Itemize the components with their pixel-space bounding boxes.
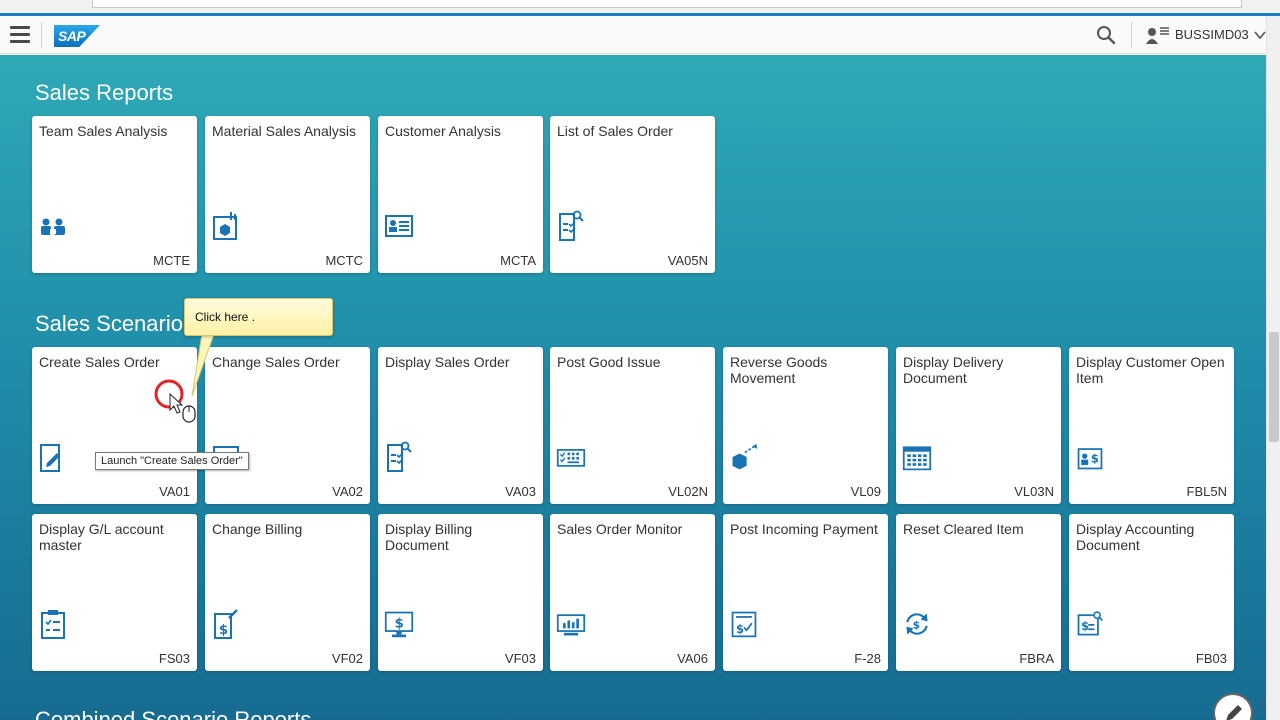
tile-code: VF03 xyxy=(504,651,536,666)
material-analysis-icon xyxy=(213,212,237,240)
keyboard-list-icon xyxy=(556,449,586,467)
tile-title: Customer Analysis xyxy=(385,123,501,139)
svg-text:$: $ xyxy=(395,617,404,632)
tile-display-sales-order[interactable]: Display Sales Order VA03 xyxy=(378,347,543,504)
mouse-cursor-icon xyxy=(169,392,196,423)
tile-code: VL09 xyxy=(850,484,881,499)
tile-post-incoming-payment[interactable]: Post Incoming Payment $ F-28 xyxy=(723,514,888,671)
billing-monitor-icon: $ xyxy=(384,611,414,638)
tile-title: Display Customer Open Item xyxy=(1076,354,1225,386)
tile-code: VL02N xyxy=(668,484,708,499)
tile-material-sales-analysis[interactable]: Material Sales Analysis MCTC xyxy=(205,116,370,273)
svg-text:$: $ xyxy=(219,623,228,638)
svg-text:$: $ xyxy=(736,622,744,636)
tile-title: Sales Order Monitor xyxy=(557,521,683,537)
tile-code: VA01 xyxy=(159,484,190,499)
header-divider xyxy=(1131,22,1132,48)
tile-code: VL03N xyxy=(1014,484,1054,499)
tile-title: Display Delivery Document xyxy=(903,354,1004,386)
tile-code: VA06 xyxy=(677,651,708,666)
tile-reset-cleared-item[interactable]: Reset Cleared Item $ FBRA xyxy=(896,514,1061,671)
callout-pointer xyxy=(191,333,215,397)
payment-document-icon: $ xyxy=(731,611,757,638)
tile-title: Post Good Issue xyxy=(557,354,661,370)
money-search-icon: $ xyxy=(1077,611,1103,636)
tile-title: Display Billing Document xyxy=(385,521,473,553)
team-analysis-icon xyxy=(41,218,65,235)
chart-monitor-icon xyxy=(556,614,586,636)
calendar-grid-icon xyxy=(902,446,932,471)
header-divider xyxy=(41,22,42,48)
tile-code: MCTA xyxy=(500,253,536,268)
edit-document-icon xyxy=(40,444,60,472)
shell-header: SAP BUSSIMD03 xyxy=(0,16,1266,54)
vertical-scrollbar[interactable] xyxy=(1266,16,1280,720)
tile-title: Display Sales Order xyxy=(385,354,510,370)
tile-title: Team Sales Analysis xyxy=(39,123,168,139)
svg-text:$: $ xyxy=(1081,619,1089,633)
refresh-money-icon: $ xyxy=(906,613,928,635)
tile-display-customer-open-item[interactable]: Display Customer Open Item $ FBL5N xyxy=(1069,347,1234,504)
tile-title: Display G/L account master xyxy=(39,521,164,553)
tile-post-good-issue[interactable]: Post Good Issue VL02N xyxy=(550,347,715,504)
tile-team-sales-analysis[interactable]: Team Sales Analysis MCTE xyxy=(32,116,197,273)
tile-code: VA05N xyxy=(667,253,708,268)
tile-title: Post Incoming Payment xyxy=(730,521,878,537)
group-title-sales-scenario: Sales Scenario xyxy=(35,311,183,336)
tile-code: FBL5N xyxy=(1186,484,1227,499)
svg-text:$: $ xyxy=(913,619,920,631)
customer-card-icon xyxy=(385,215,413,237)
sap-logo: SAP xyxy=(54,25,100,47)
billing-edit-icon: $ xyxy=(214,609,238,639)
address-bar[interactable] xyxy=(92,0,1242,8)
tour-callout: Click here . xyxy=(184,298,333,336)
tile-display-gl-account-master[interactable]: Display G/L account master FS03 xyxy=(32,514,197,671)
tile-display-accounting-document[interactable]: Display Accounting Document $ FB03 xyxy=(1069,514,1234,671)
tile-reverse-goods-movement[interactable]: Reverse Goods Movement VL09 xyxy=(723,347,888,504)
launch-tooltip: Launch "Create Sales Order" xyxy=(95,452,249,470)
group-title-sales-reports: Sales Reports xyxy=(35,80,174,105)
tile-customer-analysis[interactable]: Customer Analysis MCTA xyxy=(378,116,543,273)
chevron-down-icon[interactable] xyxy=(1253,28,1267,42)
tile-code: VA03 xyxy=(505,484,536,499)
tile-title: Material Sales Analysis xyxy=(212,123,356,139)
scrollbar-thumb[interactable] xyxy=(1269,332,1279,442)
tile-code: VF02 xyxy=(331,651,363,666)
shipping-box-icon xyxy=(732,443,758,470)
svg-text:$: $ xyxy=(1091,451,1099,465)
tile-code: VA02 xyxy=(332,484,363,499)
tile-create-sales-order[interactable]: Create Sales Order VA01 xyxy=(32,347,197,504)
user-icon[interactable] xyxy=(1145,25,1171,45)
list-search-icon xyxy=(559,210,584,241)
tile-title: Change Sales Order xyxy=(212,354,340,370)
group-title-combined-scenario-reports: Combined Scenario Reports xyxy=(35,707,312,720)
tile-title: Display Accounting Document xyxy=(1076,521,1195,553)
tile-title: Reverse Goods Movement xyxy=(730,354,828,386)
tile-code: FS03 xyxy=(158,651,190,666)
tile-code: F-28 xyxy=(854,651,881,666)
browser-address-strip xyxy=(0,0,1280,16)
tile-code: FBRA xyxy=(1019,651,1054,666)
tile-change-billing[interactable]: Change Billing $ VF02 xyxy=(205,514,370,671)
tile-display-delivery-document[interactable]: Display Delivery Document VL03N xyxy=(896,347,1061,504)
tile-code: FB03 xyxy=(1195,651,1227,666)
tile-title: Change Billing xyxy=(212,521,303,537)
display-document-icon xyxy=(387,441,412,472)
tile-display-billing-document[interactable]: Display Billing Document $ VF03 xyxy=(378,514,543,671)
tile-title: Reset Cleared Item xyxy=(903,521,1024,537)
tile-title: List of Sales Order xyxy=(557,123,673,139)
hamburger-menu-icon[interactable] xyxy=(10,26,30,44)
tile-sales-order-monitor[interactable]: Sales Order Monitor VA06 xyxy=(550,514,715,671)
search-icon[interactable] xyxy=(1096,25,1116,45)
checklist-icon xyxy=(41,610,65,639)
tile-code: MCTE xyxy=(153,253,190,268)
tile-code: MCTC xyxy=(325,253,363,268)
customer-money-icon: $ xyxy=(1077,448,1103,470)
tile-title: Create Sales Order xyxy=(39,354,160,370)
tile-list-of-sales-order[interactable]: List of Sales Order VA05N xyxy=(550,116,715,273)
user-name[interactable]: BUSSIMD03 xyxy=(1175,27,1249,42)
